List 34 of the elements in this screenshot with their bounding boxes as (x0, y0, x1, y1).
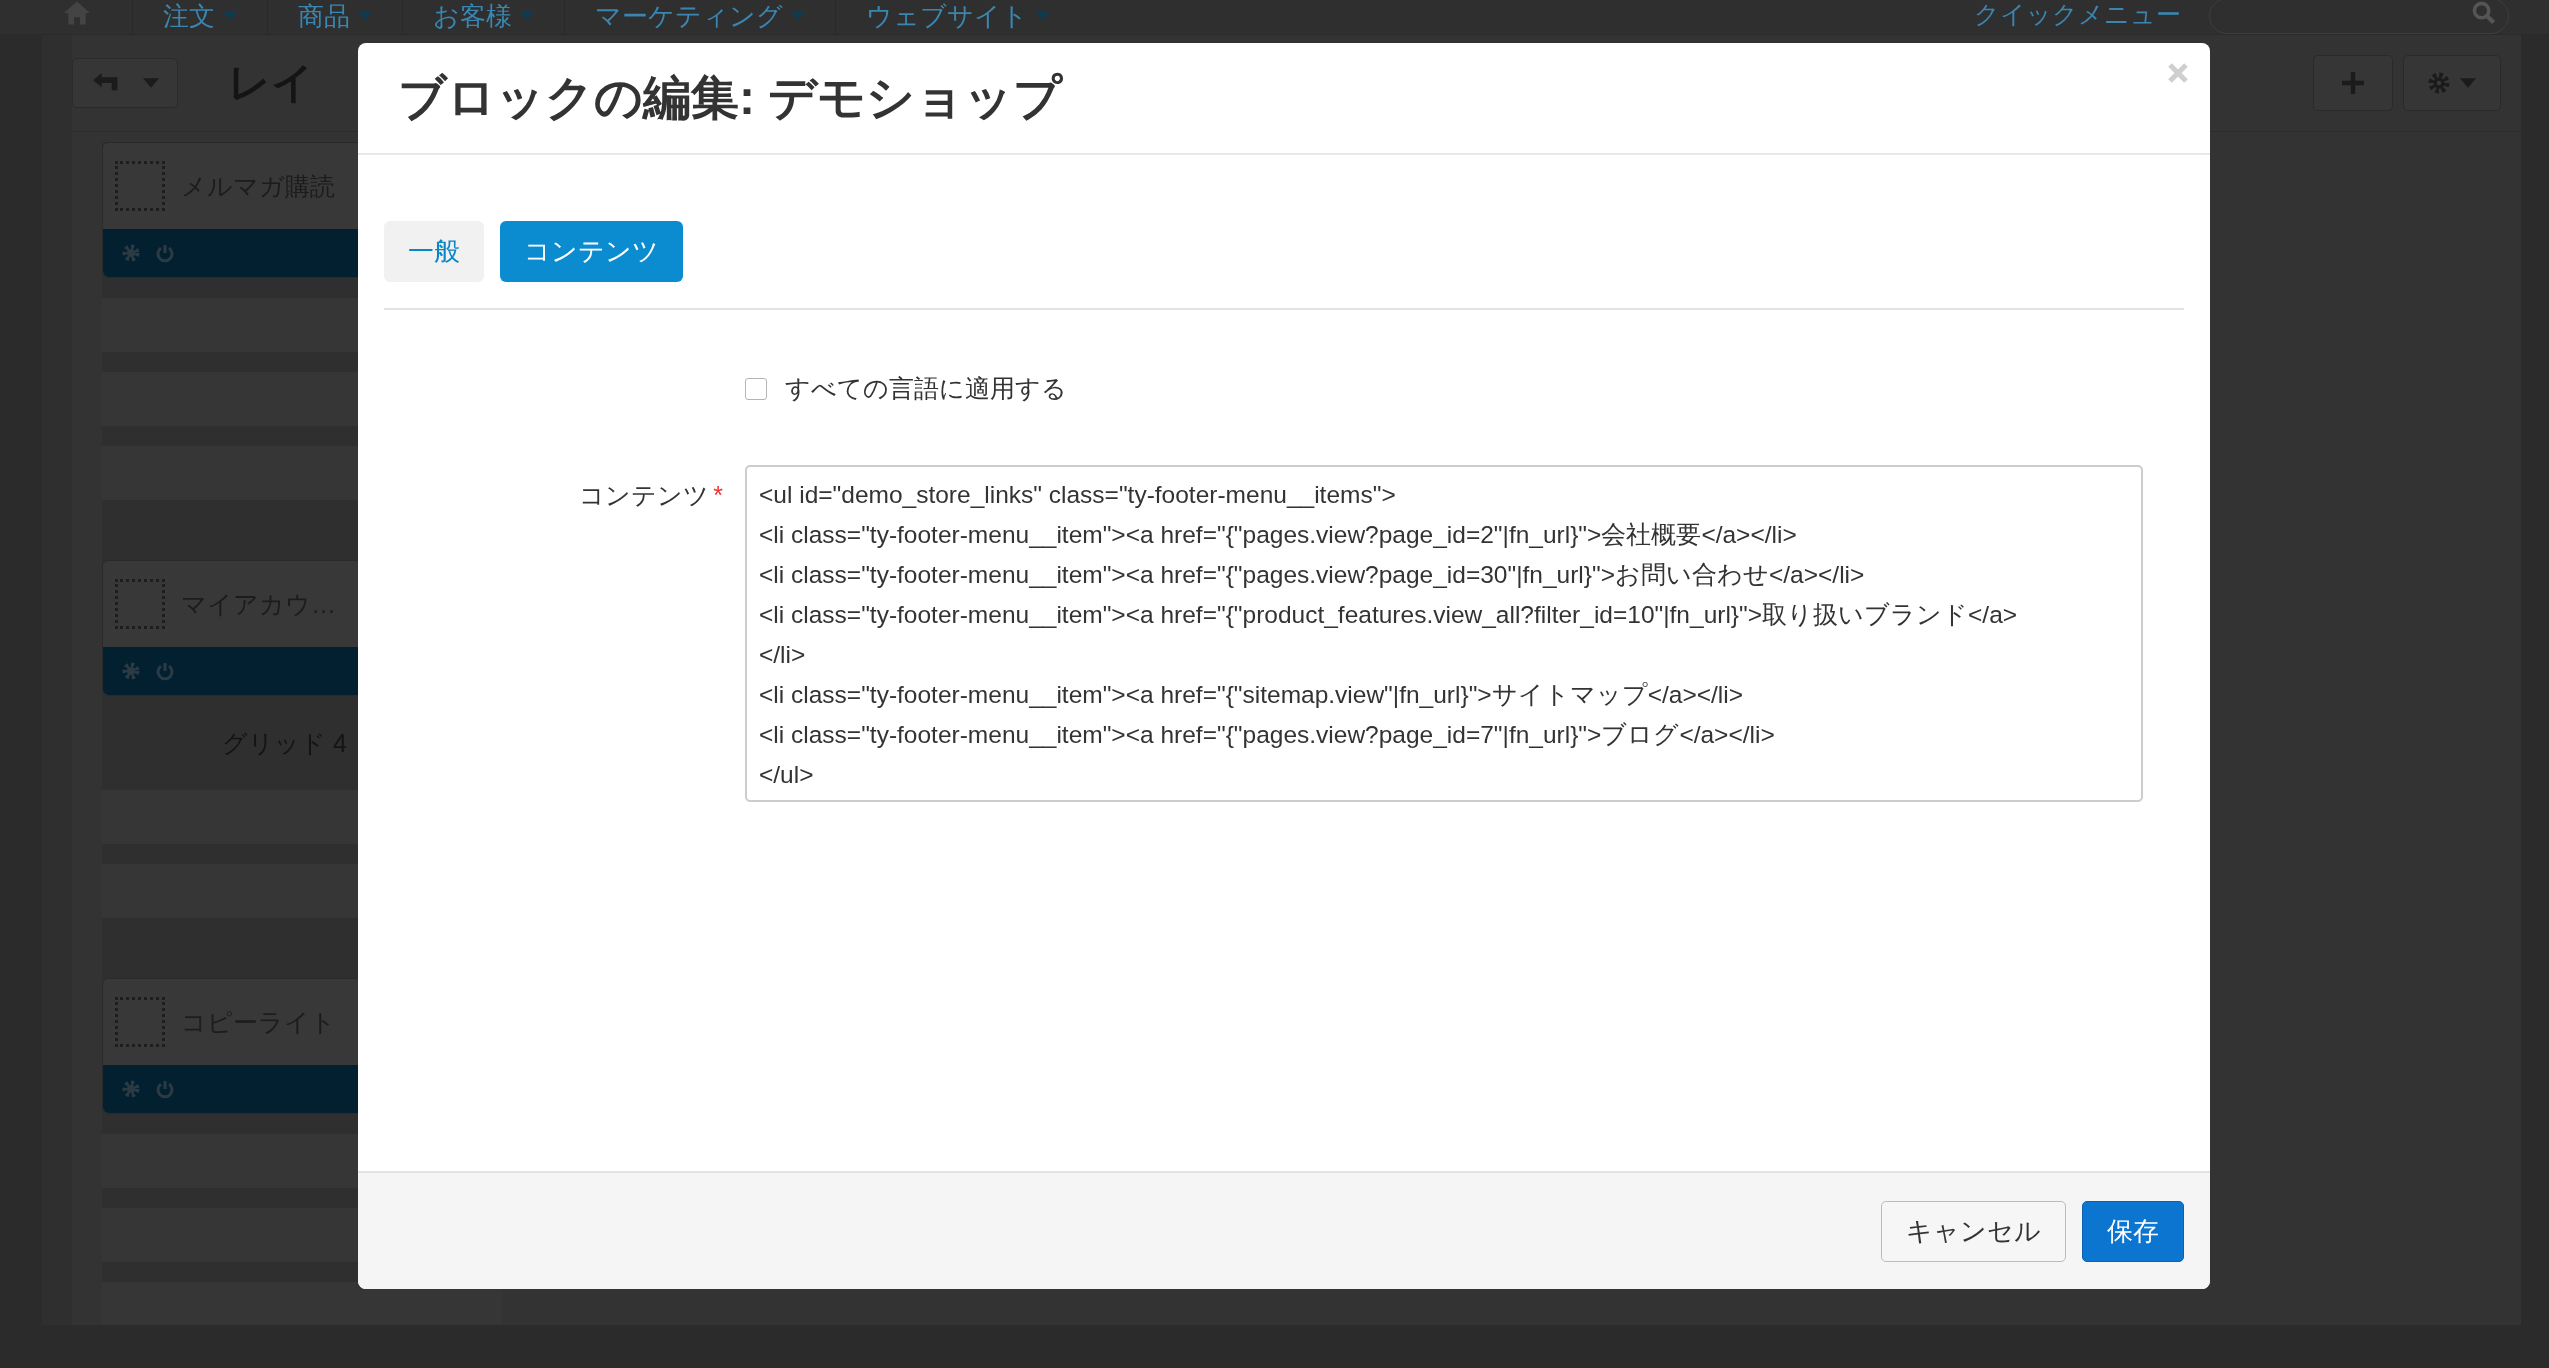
gear-icon[interactable] (121, 661, 141, 681)
add-button[interactable] (2313, 55, 2393, 111)
plus-icon (2342, 72, 2364, 94)
quick-menu-link[interactable]: クイックメニュー (1974, 0, 2181, 31)
back-button-group[interactable] (72, 58, 178, 108)
checkbox[interactable] (745, 377, 767, 400)
content-textarea[interactable]: <ul id="demo_store_links" class="ty-footer-menu__items"> <li class="ty-footer-menu__item"><a href="{"pages.view?page_id=2"|fn_url}">会社概要</a></li> <li class="ty-footer-menu__item"><a href="{"pages.view?page_id=30"|fn_url}">お問い合わせ</a></li> <li class="ty-footer-menu__item"><a href="{"product_features.view_all?filter_id=10"|fn_url}">取り扱いブランド</a> </li> <li class="ty-footer-menu__item"><a href="{"sitemap.view"|fn_url}">サイトマップ</a></li> <li class="ty-footer-menu__item"><a href="{"pages.view?page_id=7"|fn_url}">ブログ</a></li> </ul> (745, 465, 2143, 802)
power-icon[interactable] (155, 243, 175, 263)
caret-icon (791, 12, 805, 20)
caret-icon (358, 12, 372, 20)
search-icon (2472, 1, 2496, 25)
settings-button[interactable] (2403, 55, 2501, 111)
tab[interactable]: コンテンツ (500, 221, 683, 282)
gear-icon[interactable] (121, 1079, 141, 1099)
close-icon[interactable] (2168, 63, 2188, 83)
checkbox-label[interactable]: すべての言語に適用する (785, 372, 1067, 405)
caret-icon (1036, 12, 1050, 20)
gear-icon[interactable] (121, 243, 141, 263)
block-placeholder-icon (115, 997, 165, 1047)
tab[interactable]: 一般 (384, 221, 484, 282)
caret-icon (223, 12, 237, 20)
field-label: コンテンツ (579, 481, 710, 509)
save-button[interactable]: 保存 (2082, 1200, 2184, 1262)
block-placeholder-icon (115, 161, 165, 211)
gear-icon (2428, 72, 2450, 94)
caret-icon (143, 78, 159, 88)
cancel-button[interactable]: キャンセル (1881, 1200, 2066, 1262)
block-placeholder-icon (115, 579, 165, 629)
power-icon[interactable] (155, 1079, 175, 1099)
required-mark: * (713, 481, 723, 509)
power-icon[interactable] (155, 661, 175, 681)
dialog-title: ブロックの編集: デモショップ (398, 70, 1063, 126)
caret-icon (2460, 78, 2476, 88)
caret-icon (520, 12, 534, 20)
